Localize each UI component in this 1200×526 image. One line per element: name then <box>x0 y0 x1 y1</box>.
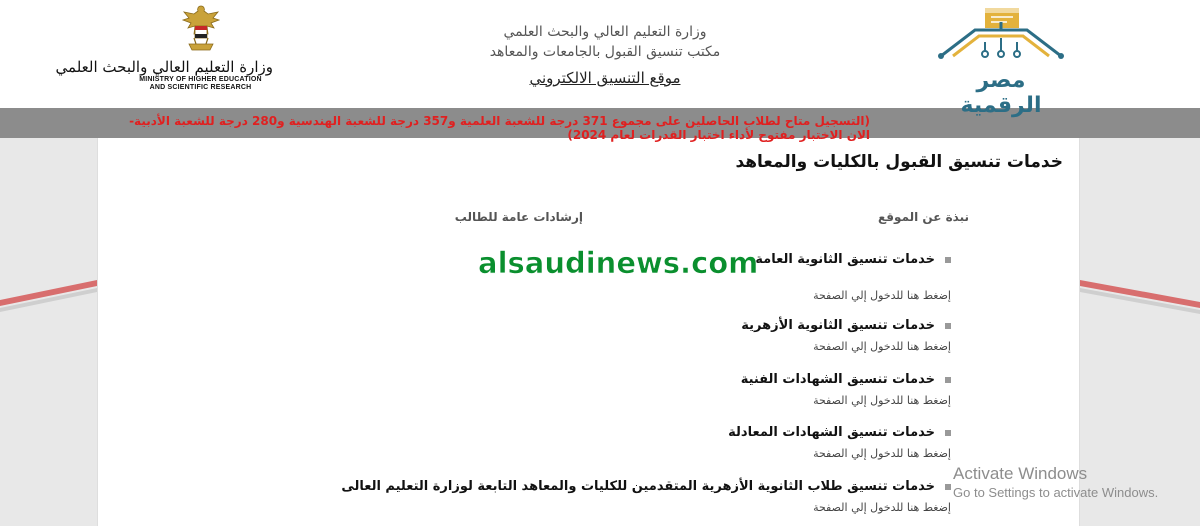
service-azhar-secondary: خدمات تنسيق الثانوية الأزهرية إضغط هنا ل… <box>741 318 951 353</box>
bullet-icon <box>945 429 951 436</box>
service-enter-link[interactable]: إضغط هنا للدخول إلي الصفحة <box>755 289 951 302</box>
circuit-icon <box>938 8 1064 59</box>
service-enter-link[interactable]: إضغط هنا للدخول إلي الصفحة <box>741 394 951 407</box>
header-center-titles: وزارة التعليم العالي والبحث العلمي مكتب … <box>440 22 770 90</box>
bullet-icon <box>945 256 951 263</box>
bullet-icon <box>945 376 951 383</box>
service-enter-link[interactable]: إضغط هنا للدخول إلي الصفحة <box>728 447 951 460</box>
bullet-icon <box>945 322 951 329</box>
coordination-site-link[interactable]: موقع التنسيق الالكتروني <box>530 66 681 90</box>
service-azhar-higher-education: خدمات تنسيق طلاب الثانوية الأزهرية المتق… <box>341 479 951 514</box>
student-guidance-heading[interactable]: إرشادات عامة للطالب <box>455 210 583 224</box>
about-site-heading[interactable]: نبذة عن الموقع <box>878 210 969 224</box>
header-office-title: مكتب تنسيق القبول بالجامعات والمعاهد <box>489 44 721 60</box>
service-name: خدمات تنسيق الشهادات الفنية <box>740 372 935 387</box>
service-general-secondary: خدمات تنسيق الثانوية العامة إضغط هنا للد… <box>755 252 951 302</box>
header-ministry-title: وزارة التعليم العالي والبحث العلمي <box>503 24 707 40</box>
egypt-eagle-icon <box>181 5 220 51</box>
service-technical-certificates: خدمات تنسيق الشهادات الفنية إضغط هنا للد… <box>741 372 951 407</box>
bullet-icon <box>945 483 951 490</box>
service-name: خدمات تنسيق الشهادات المعادلة <box>728 425 935 440</box>
page-title: خدمات تنسيق القبول بالكليات والمعاهد <box>735 152 1063 172</box>
service-name: خدمات تنسيق الثانوية الأزهرية <box>741 318 935 333</box>
windows-activation-notice: Activate Windows Go to Settings to activ… <box>953 463 1158 502</box>
service-equivalent-certificates: خدمات تنسيق الشهادات المعادلة إضغط هنا ل… <box>728 425 951 460</box>
site-watermark: alsaudinews.com <box>478 246 759 281</box>
service-name: خدمات تنسيق الثانوية العامة <box>755 252 935 267</box>
digital-egypt-logo: مصر الرقمية <box>935 6 1067 118</box>
activate-windows-title: Activate Windows <box>953 464 1088 483</box>
ministry-logo: وزارة التعليم العالي والبحث العلمي MINIS… <box>55 4 273 106</box>
ministry-english-name-line2: AND SCIENTIFIC RESEARCH <box>149 84 252 91</box>
digital-egypt-text: مصر الرقمية <box>960 68 1042 118</box>
ministry-english-name-line1: MINISTRY OF HIGHER EDUCATION <box>139 76 262 83</box>
activate-windows-subtitle: Go to Settings to activate Windows. <box>953 485 1159 500</box>
ministry-arabic-name: وزارة التعليم العالي والبحث العلمي <box>55 58 273 76</box>
registration-alert: (التسجيل متاح لطلاب الحاصلين على مجموع 3… <box>129 114 870 142</box>
main-content: خدمات تنسيق القبول بالكليات والمعاهد نبذ… <box>97 138 1080 526</box>
service-name: خدمات تنسيق طلاب الثانوية الأزهرية المتق… <box>341 479 935 494</box>
service-enter-link[interactable]: إضغط هنا للدخول إلي الصفحة <box>341 501 951 514</box>
service-enter-link[interactable]: إضغط هنا للدخول إلي الصفحة <box>741 340 951 353</box>
